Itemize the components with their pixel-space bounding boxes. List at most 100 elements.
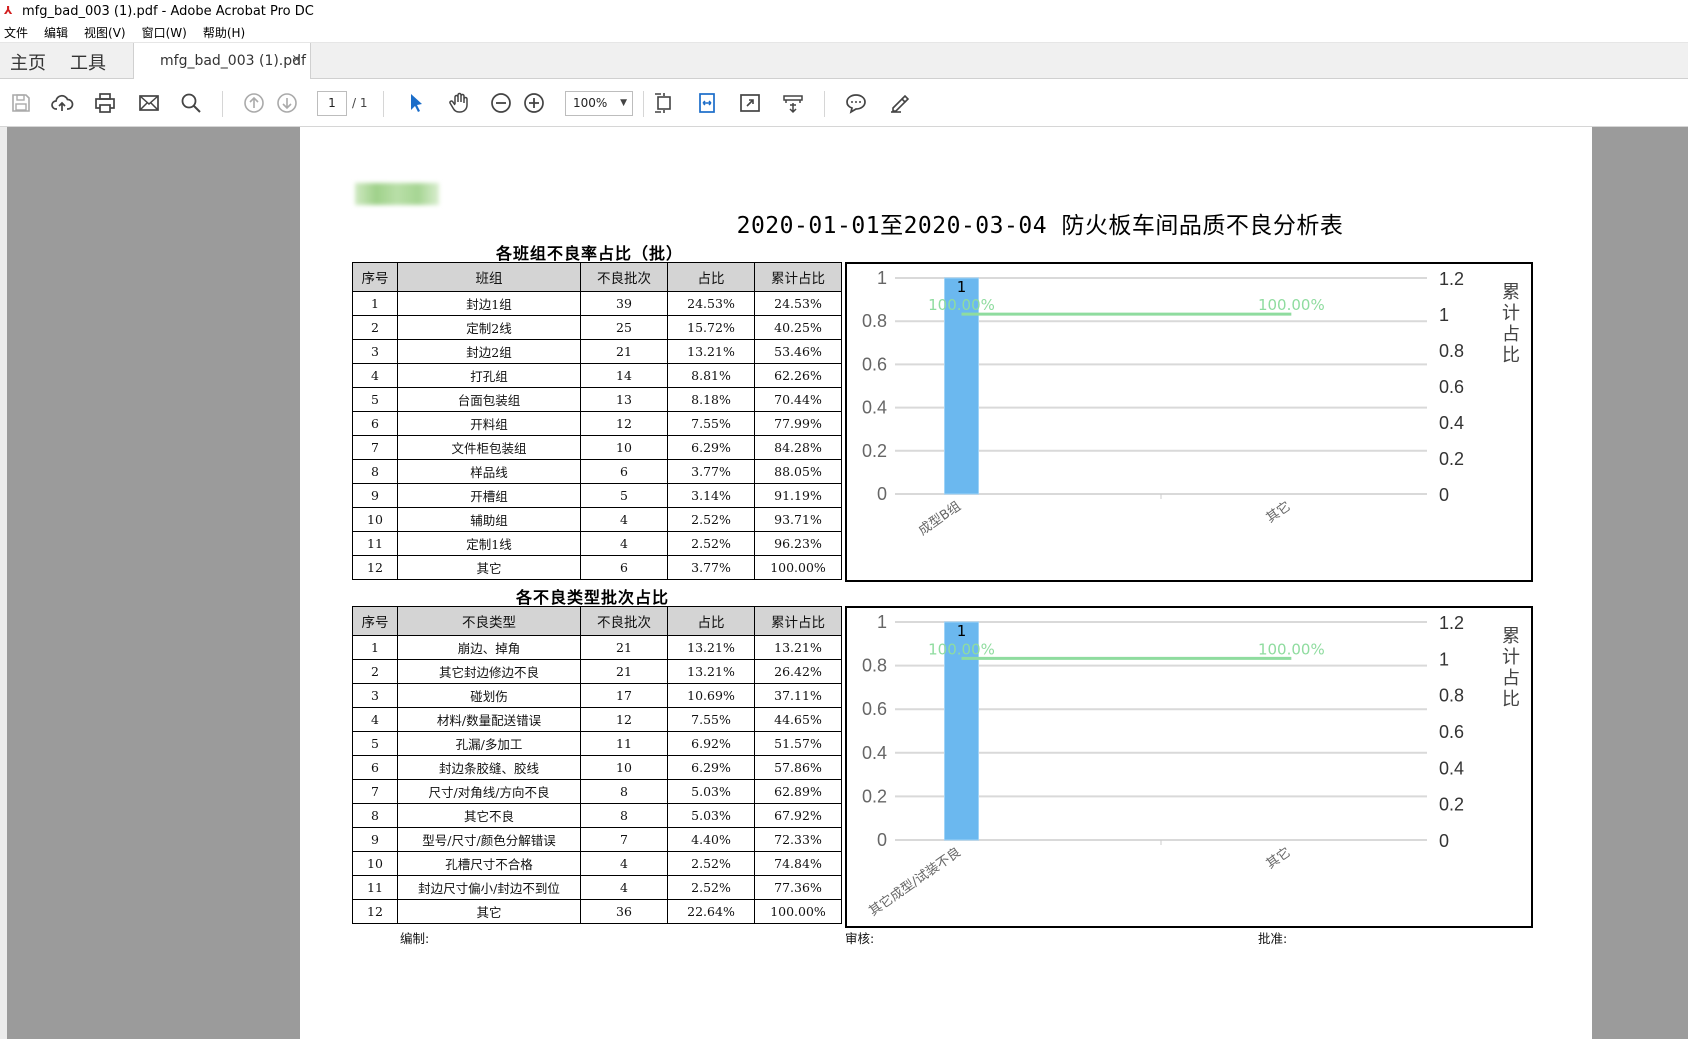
table-cell: 70.44% [754, 387, 842, 412]
table-row: 1 封边1组 39 24.53% 24.53% [352, 291, 842, 316]
defect-type-chart: 0 0.2 0.4 0.6 0.8 1 0 0.2 0.4 0.6 0.8 1 1.2 累计占比 1 其它成型… [845, 606, 1533, 928]
y-tick-label: 0.8 [862, 656, 887, 676]
y2-tick-label: 0.2 [1439, 449, 1464, 469]
document-tab[interactable]: mfg_bad_003 (1).pdf × [133, 43, 311, 79]
highlight-pen-icon[interactable] [888, 91, 912, 115]
table-cell: 40.25% [754, 315, 842, 340]
table-cell: 67.92% [754, 803, 842, 828]
y2-tick-label: 1 [1439, 305, 1449, 325]
toolbar-separator [383, 91, 384, 117]
table-row: 5 孔漏/多加工 11 6.92% 51.57% [352, 731, 842, 756]
table-cell: 100.00% [754, 555, 842, 580]
scrolling-mode-icon[interactable] [781, 91, 805, 115]
fit-width-icon[interactable] [695, 91, 719, 115]
table-cell: 打孔组 [397, 363, 581, 388]
table-header: 不良批次 [580, 606, 668, 636]
zoom-select[interactable]: 100% ▼ [565, 91, 633, 116]
table-row: 7 文件柜包装组 10 6.29% 84.28% [352, 435, 842, 460]
table-cell: 12 [580, 411, 668, 436]
table-cell: 9 [352, 827, 398, 852]
x-category-label: 其它 [1263, 844, 1293, 872]
toolbar-separator [643, 91, 644, 117]
select-cursor-icon[interactable] [404, 91, 428, 115]
hand-tool-icon[interactable] [447, 91, 471, 115]
y-tick-label: 0.6 [862, 699, 887, 719]
table-row: 7 尺寸/对角线/方向不良 8 5.03% 62.89% [352, 779, 842, 804]
table-cell: 材料/数量配送错误 [397, 707, 581, 732]
table-cell: 8.18% [667, 387, 755, 412]
y2-axis-label-char: 占 [1502, 324, 1520, 345]
document-title: 2020-01-01至2020-03-04 防火板车间品质不良分析表 [736, 213, 1344, 239]
table-cell: 13 [580, 387, 668, 412]
zoom-in-icon[interactable] [522, 91, 546, 115]
nav-tools[interactable]: 工具 [70, 49, 106, 75]
x-category-label: 其它 [1263, 498, 1293, 526]
table-row: 12 其它 36 22.64% 100.00% [352, 899, 842, 924]
table-cell: 77.99% [754, 411, 842, 436]
y2-axis-label-char: 比 [1502, 689, 1520, 710]
table-cell: 3.77% [667, 459, 755, 484]
table-cell: 7.55% [667, 707, 755, 732]
table-cell: 其它不良 [397, 803, 581, 828]
table-row: 3 碰划伤 17 10.69% 37.11% [352, 683, 842, 708]
table-row: 9 型号/尺寸/颜色分解错误 7 4.40% 72.33% [352, 827, 842, 852]
table-cell: 3 [352, 683, 398, 708]
fit-page-icon[interactable] [652, 91, 676, 115]
table-cell: 6.29% [667, 755, 755, 780]
print-icon[interactable] [93, 91, 117, 115]
x-category-label: 成型B组 [916, 499, 964, 539]
y2-axis-label-char: 占 [1502, 668, 1520, 689]
upload-cloud-icon[interactable] [50, 91, 74, 115]
table-cell: 37.11% [754, 683, 842, 708]
table-cell: 100.00% [754, 899, 842, 924]
table-cell: 3.77% [667, 555, 755, 580]
table-cell: 型号/尺寸/颜色分解错误 [397, 827, 581, 852]
comment-icon[interactable] [844, 91, 868, 115]
table-cell: 封边2组 [397, 339, 581, 364]
table-cell: 10 [352, 851, 398, 876]
y-tick-label: 0.6 [862, 354, 887, 374]
table-cell: 6 [352, 755, 398, 780]
table-cell: 62.89% [754, 779, 842, 804]
page-number-input[interactable]: 1 [317, 91, 347, 116]
table-cell: 定制2线 [397, 315, 581, 340]
table-cell: 其它封边修边不良 [397, 659, 581, 684]
menu-file[interactable]: 文件 [4, 24, 28, 41]
table-cell: 10 [580, 755, 668, 780]
zoom-value: 100% [573, 96, 608, 110]
table-cell: 样品线 [397, 459, 581, 484]
table-cell: 36 [580, 899, 668, 924]
table-row: 9 开槽组 5 3.14% 91.19% [352, 483, 842, 508]
next-page-icon[interactable] [275, 91, 299, 115]
table-cell: 封边1组 [397, 291, 581, 316]
menu-bar: 文件 编辑 视图(V) 窗口(W) 帮助(H) [0, 22, 1688, 43]
table-cell: 封边条胶缝、胶线 [397, 755, 581, 780]
table-row: 10 孔槽尺寸不合格 4 2.52% 74.84% [352, 851, 842, 876]
y2-tick-label: 1.2 [1439, 269, 1464, 289]
table-row: 4 材料/数量配送错误 12 7.55% 44.65% [352, 707, 842, 732]
full-screen-icon[interactable] [738, 91, 762, 115]
zoom-out-icon[interactable] [489, 91, 513, 115]
table-cell: 17 [580, 683, 668, 708]
toolbar-separator [222, 91, 223, 117]
table-header: 累计占比 [754, 262, 842, 292]
y2-tick-label: 0.4 [1439, 413, 1464, 433]
table-cell: 台面包装组 [397, 387, 581, 412]
menu-window[interactable]: 窗口(W) [142, 24, 187, 41]
close-tab-icon[interactable]: × [291, 52, 302, 67]
save-icon[interactable] [9, 91, 33, 115]
table-header: 班组 [397, 262, 581, 292]
y2-tick-label: 0 [1439, 485, 1449, 505]
nav-home[interactable]: 主页 [10, 49, 46, 75]
email-icon[interactable] [137, 91, 161, 115]
menu-view[interactable]: 视图(V) [84, 24, 126, 41]
table-cell: 4 [580, 531, 668, 556]
menu-help[interactable]: 帮助(H) [203, 24, 245, 41]
search-icon[interactable] [179, 91, 203, 115]
menu-edit[interactable]: 编辑 [44, 24, 68, 41]
left-panel-strip[interactable] [0, 127, 7, 1039]
table-cell: 77.36% [754, 875, 842, 900]
line-data-label: 100.00% [928, 296, 995, 314]
line-data-label: 100.00% [928, 640, 995, 658]
previous-page-icon[interactable] [242, 91, 266, 115]
